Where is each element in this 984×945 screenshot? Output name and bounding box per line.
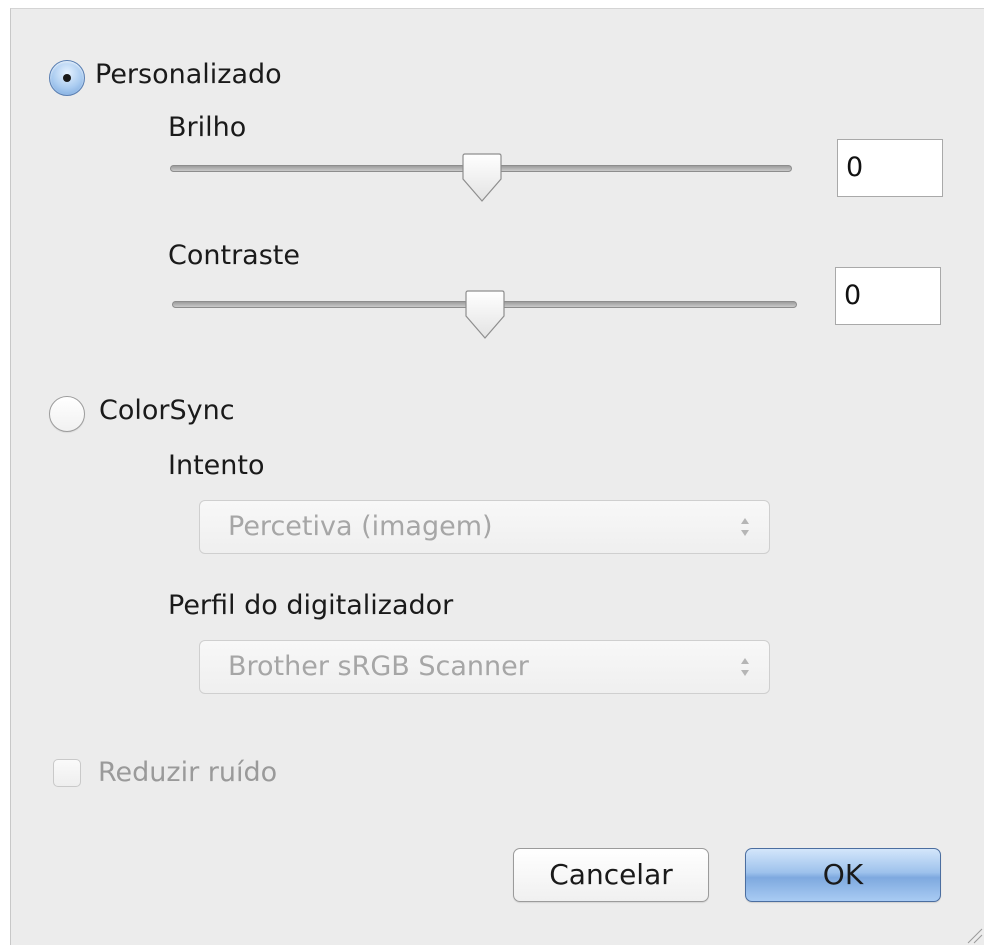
cancel-button[interactable]: Cancelar bbox=[513, 848, 709, 902]
reduce-noise-label: Reduzir ruído bbox=[98, 757, 278, 788]
reduce-noise-checkbox[interactable] bbox=[53, 759, 81, 787]
contrast-label: Contraste bbox=[168, 240, 300, 271]
intent-label: Intento bbox=[168, 450, 265, 481]
resize-grip-icon[interactable] bbox=[960, 921, 984, 945]
contrast-value-field[interactable]: 0 bbox=[835, 267, 941, 325]
up-down-arrows-icon bbox=[741, 658, 749, 676]
radio-personalizado[interactable] bbox=[49, 60, 85, 96]
scanner-profile-popup[interactable]: Brother sRGB Scanner bbox=[199, 640, 770, 694]
radio-colorsync[interactable] bbox=[49, 396, 85, 432]
intent-popup-value: Percetiva (imagem) bbox=[228, 511, 493, 542]
intent-popup[interactable]: Percetiva (imagem) bbox=[199, 500, 770, 554]
radio-colorsync-label[interactable]: ColorSync bbox=[99, 394, 235, 428]
up-down-arrows-icon bbox=[741, 518, 749, 536]
scanner-profile-popup-value: Brother sRGB Scanner bbox=[228, 651, 529, 682]
color-settings-dialog: Personalizado Brilho 0 Contraste 0 Color… bbox=[10, 8, 984, 945]
contrast-slider-thumb[interactable] bbox=[463, 290, 507, 340]
scanner-profile-label: Perfil do digitalizador bbox=[168, 590, 454, 621]
brightness-label: Brilho bbox=[168, 112, 247, 143]
ok-button[interactable]: OK bbox=[745, 848, 941, 902]
brightness-value-field[interactable]: 0 bbox=[837, 139, 943, 197]
brightness-slider-thumb[interactable] bbox=[460, 153, 504, 203]
radio-personalizado-label[interactable]: Personalizado bbox=[95, 58, 282, 92]
